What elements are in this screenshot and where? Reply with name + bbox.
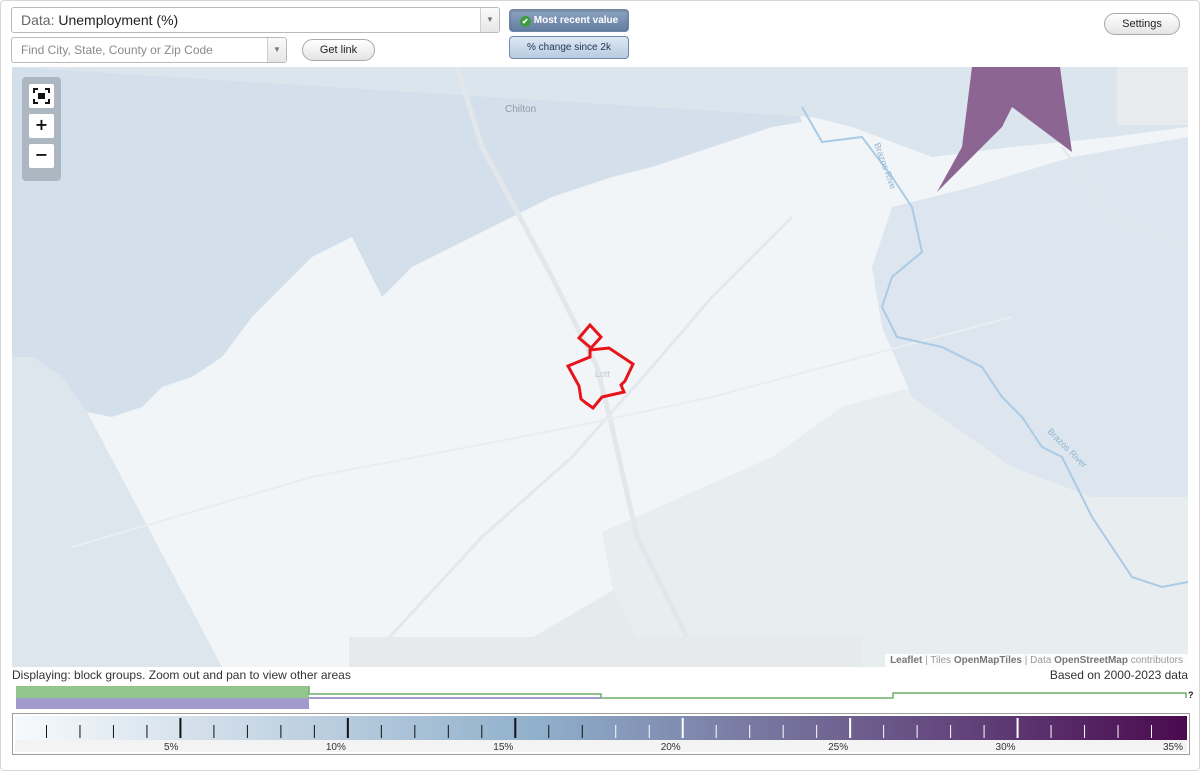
data-select-value: Unemployment (%) xyxy=(58,12,179,28)
legend-tick-label: 5% xyxy=(164,742,179,752)
fullscreen-icon[interactable] xyxy=(29,84,54,108)
label-chilton: Chilton xyxy=(505,104,536,115)
legend-tick-label: 10% xyxy=(326,742,346,752)
legend-tick-label: 20% xyxy=(661,742,681,752)
most-recent-label: Most recent value xyxy=(533,15,619,26)
data-select-prefix: Data: xyxy=(21,12,55,28)
settings-button[interactable]: Settings xyxy=(1104,13,1180,35)
histogram-strip xyxy=(16,684,1190,710)
hist-bar-purple xyxy=(16,698,309,709)
attrib-leaflet-link[interactable]: Leaflet xyxy=(890,655,922,666)
color-scale-legend: 5% 10% 15% 20% 25% 30% 35% xyxy=(12,713,1190,755)
data-range-note: Based on 2000-2023 data xyxy=(1049,668,1188,682)
legend-tick-label: 15% xyxy=(493,742,513,752)
location-search-input[interactable] xyxy=(12,38,262,62)
attrib-osm-link[interactable]: OpenStreetMap xyxy=(1054,655,1128,666)
data-select[interactable]: Data: Unemployment (%) ▼ xyxy=(11,7,500,33)
histogram-help[interactable]: ? xyxy=(1188,690,1194,700)
chevron-down-icon[interactable]: ▼ xyxy=(480,8,499,32)
zoom-out-button[interactable]: − xyxy=(29,144,54,168)
legend-tick-label: 25% xyxy=(828,742,848,752)
chevron-down-icon[interactable]: ▼ xyxy=(267,38,286,62)
label-city-center: Lott xyxy=(595,369,611,379)
legend-tick-label: 30% xyxy=(996,742,1016,752)
attrib-tiles-link[interactable]: OpenMapTiles xyxy=(954,655,1022,666)
hist-bar-green xyxy=(16,686,309,698)
legend-gradient xyxy=(15,716,1187,740)
change-since-toggle[interactable]: % change since 2k xyxy=(509,36,629,59)
zoom-in-button[interactable]: + xyxy=(29,114,54,138)
displaying-status: Displaying: block groups. Zoom out and p… xyxy=(12,668,351,682)
map-view[interactable]: Chilton Brazos Rive Brazos River Lott + … xyxy=(12,67,1188,667)
map-canvas[interactable]: Chilton Brazos Rive Brazos River Lott xyxy=(12,67,1188,667)
location-search[interactable]: ▼ xyxy=(11,37,287,63)
most-recent-toggle[interactable]: ✔ Most recent value xyxy=(509,9,629,32)
legend-tick-label: 35% xyxy=(1163,742,1183,752)
checkmark-icon: ✔ xyxy=(519,16,531,27)
get-link-button[interactable]: Get link xyxy=(302,39,375,61)
zoom-control: + − xyxy=(22,77,61,181)
map-attribution: Leaflet | Tiles OpenMapTiles | Data Open… xyxy=(885,654,1188,667)
